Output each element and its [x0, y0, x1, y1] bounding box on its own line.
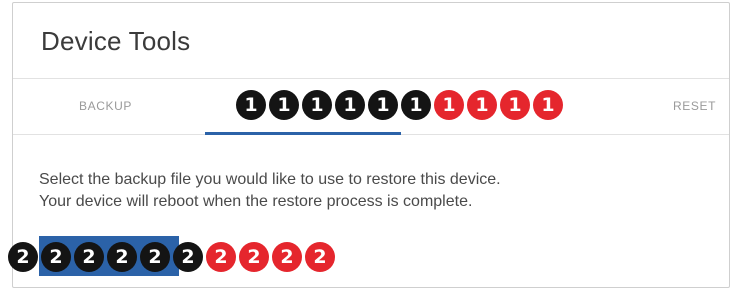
annotation-marker: 2	[305, 242, 335, 272]
active-tab-indicator	[205, 132, 401, 135]
annotation-marker: 2	[8, 242, 38, 272]
annotation-marker: 2	[140, 242, 170, 272]
annotation-marker: 1	[236, 90, 266, 120]
restore-description: Select the backup file you would like to…	[39, 169, 501, 213]
annotation-marker: 2	[41, 242, 71, 272]
annotation-marker: 1	[368, 90, 398, 120]
description-line-2: Your device will reboot when the restore…	[39, 193, 473, 210]
description-line-1: Select the backup file you would like to…	[39, 171, 501, 188]
annotation-marker: 1	[467, 90, 497, 120]
annotation-marker: 1	[500, 90, 530, 120]
page-title: Device Tools	[41, 26, 191, 56]
annotation-marker: 2	[173, 242, 203, 272]
panel-header: Device Tools	[13, 3, 729, 79]
annotation-marker: 1	[533, 90, 563, 120]
annotation-marker: 2	[272, 242, 302, 272]
button-annotation-markers: 2 2 2 2 2 2 2 2 2 2	[8, 242, 335, 272]
annotation-marker: 1	[302, 90, 332, 120]
tab-reset[interactable]: RESET	[673, 99, 716, 113]
annotation-marker: 2	[74, 242, 104, 272]
annotation-marker: 2	[107, 242, 137, 272]
annotation-marker: 1	[401, 90, 431, 120]
tab-annotation-markers: 1 1 1 1 1 1 1 1 1 1	[236, 90, 563, 120]
annotation-marker: 2	[206, 242, 236, 272]
annotation-marker: 1	[335, 90, 365, 120]
annotation-marker: 2	[239, 242, 269, 272]
annotation-marker: 1	[269, 90, 299, 120]
annotation-marker: 1	[434, 90, 464, 120]
tab-backup[interactable]: BACKUP	[79, 99, 132, 113]
